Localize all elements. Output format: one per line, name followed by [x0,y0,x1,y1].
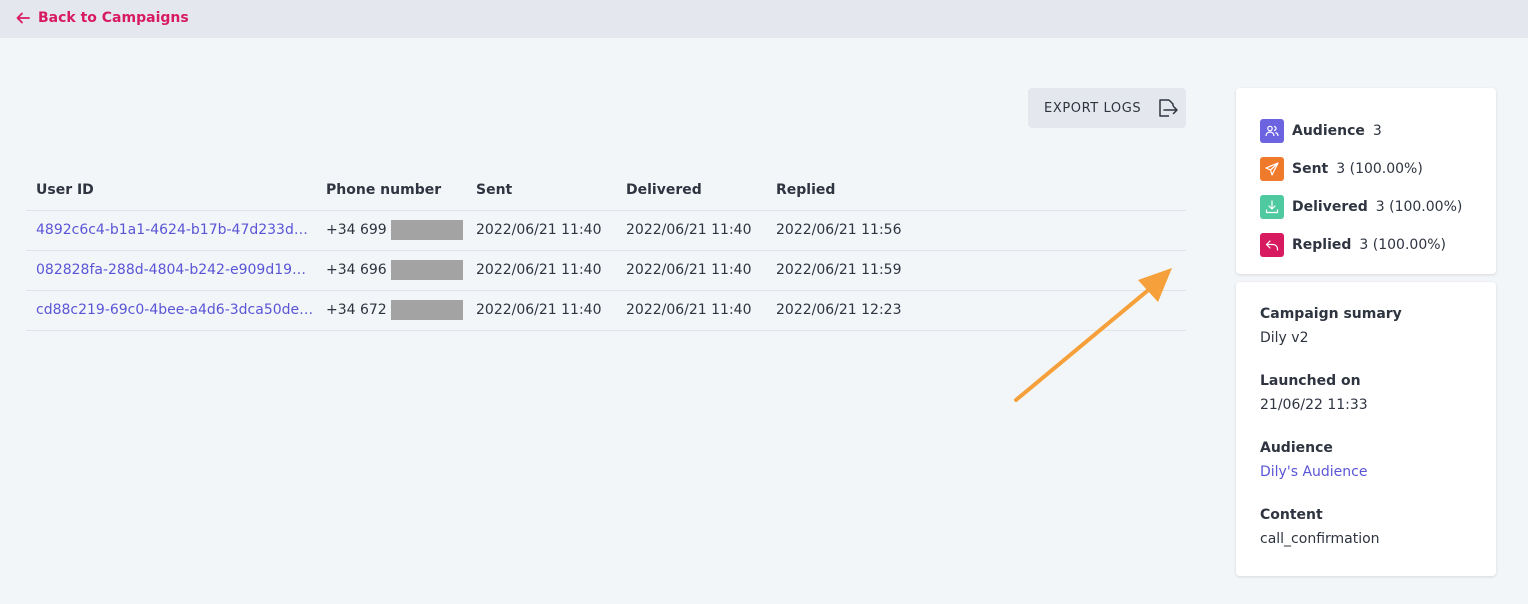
phone-cell: +34 699 [316,209,466,250]
stat-label: Sent [1292,161,1329,177]
audience-label: Audience [1260,440,1333,456]
user-id-link[interactable]: cd88c219-69c0-4bee-a4d6-3dca50de0... [36,302,314,318]
back-to-campaigns-link[interactable]: Back to Campaigns [16,10,189,26]
phone-prefix: +34 672 [326,302,387,318]
redacted-block [390,300,463,320]
campaign-stats-card: Audience 3 Sent 3 (100.00%) Delivered 3 … [1236,88,1496,274]
user-id-cell: 4892c6c4-b1a1-4624-b17b-47d233d94... [26,209,316,250]
header-replied: Replied [776,181,836,198]
paper-plane-icon [1260,157,1284,181]
stat-sent: Sent 3 (100.00%) [1260,150,1472,188]
arrow-left-icon [16,12,30,24]
annotation-arrow [1014,268,1172,402]
sent-cell: 2022/06/21 11:40 [466,289,616,331]
phone-cell: +34 672 [316,289,466,331]
stat-replied: Replied 3 (100.00%) [1260,226,1472,264]
user-id-cell: 082828fa-288d-4804-b242-e909d19ee... [26,249,316,290]
phone-prefix: +34 696 [326,262,387,278]
stat-audience: Audience 3 [1260,112,1472,150]
content-label: Content [1260,507,1323,523]
stat-label: Delivered [1292,199,1368,215]
table-row: 4892c6c4-b1a1-4624-b17b-47d233d94... +34… [26,209,1186,250]
stat-value: 3 (100.00%) [1336,161,1423,177]
download-icon [1260,195,1284,219]
stat-value: 3 (100.00%) [1375,199,1463,215]
phone-prefix: +34 699 [326,222,387,238]
export-logs-label: EXPORT LOGS [1044,100,1142,116]
replied-cell: 2022/06/21 11:56 [766,209,1186,250]
user-id-link[interactable]: 4892c6c4-b1a1-4624-b17b-47d233d94... [36,222,314,238]
delivered-cell: 2022/06/21 11:40 [616,249,766,290]
stat-label: Replied [1292,237,1352,253]
stat-value: 3 (100.00%) [1359,237,1446,253]
launched-on-value: 21/06/22 11:33 [1260,397,1368,413]
reply-icon [1260,233,1284,257]
delivered-cell: 2022/06/21 11:40 [616,209,766,250]
header-sent: Sent [476,181,513,198]
audience-link[interactable]: Dily's Audience [1260,464,1472,480]
top-bar: Back to Campaigns [0,0,1528,38]
redacted-block [390,260,463,280]
sent-cell: 2022/06/21 11:40 [466,209,616,250]
stat-value: 3 [1372,123,1382,139]
users-icon [1260,119,1284,143]
campaign-summary-label: Campaign sumary [1260,306,1402,322]
sent-cell: 2022/06/21 11:40 [466,249,616,290]
campaign-summary-card: Campaign sumary Dily v2 Launched on 21/0… [1236,282,1496,576]
user-id-link[interactable]: 082828fa-288d-4804-b242-e909d19ee... [36,262,314,278]
back-link-label: Back to Campaigns [38,10,189,26]
export-icon [1159,99,1179,117]
stat-label: Audience [1292,123,1365,139]
user-id-cell: cd88c219-69c0-4bee-a4d6-3dca50de0... [26,289,316,331]
header-phone-number: Phone number [326,181,442,198]
redacted-block [390,220,463,240]
launched-on-label: Launched on [1260,373,1361,389]
phone-cell: +34 696 [316,249,466,290]
header-user-id: User ID [36,181,94,198]
header-delivered: Delivered [626,181,702,198]
campaign-summary-value: Dily v2 [1260,330,1309,346]
content-value: call_confirmation [1260,531,1380,547]
stat-delivered: Delivered 3 (100.00%) [1260,188,1472,226]
export-logs-button[interactable]: EXPORT LOGS [1028,88,1186,128]
delivered-cell: 2022/06/21 11:40 [616,289,766,331]
table-header-row: User ID Phone number Sent Delivered Repl… [26,170,1186,210]
